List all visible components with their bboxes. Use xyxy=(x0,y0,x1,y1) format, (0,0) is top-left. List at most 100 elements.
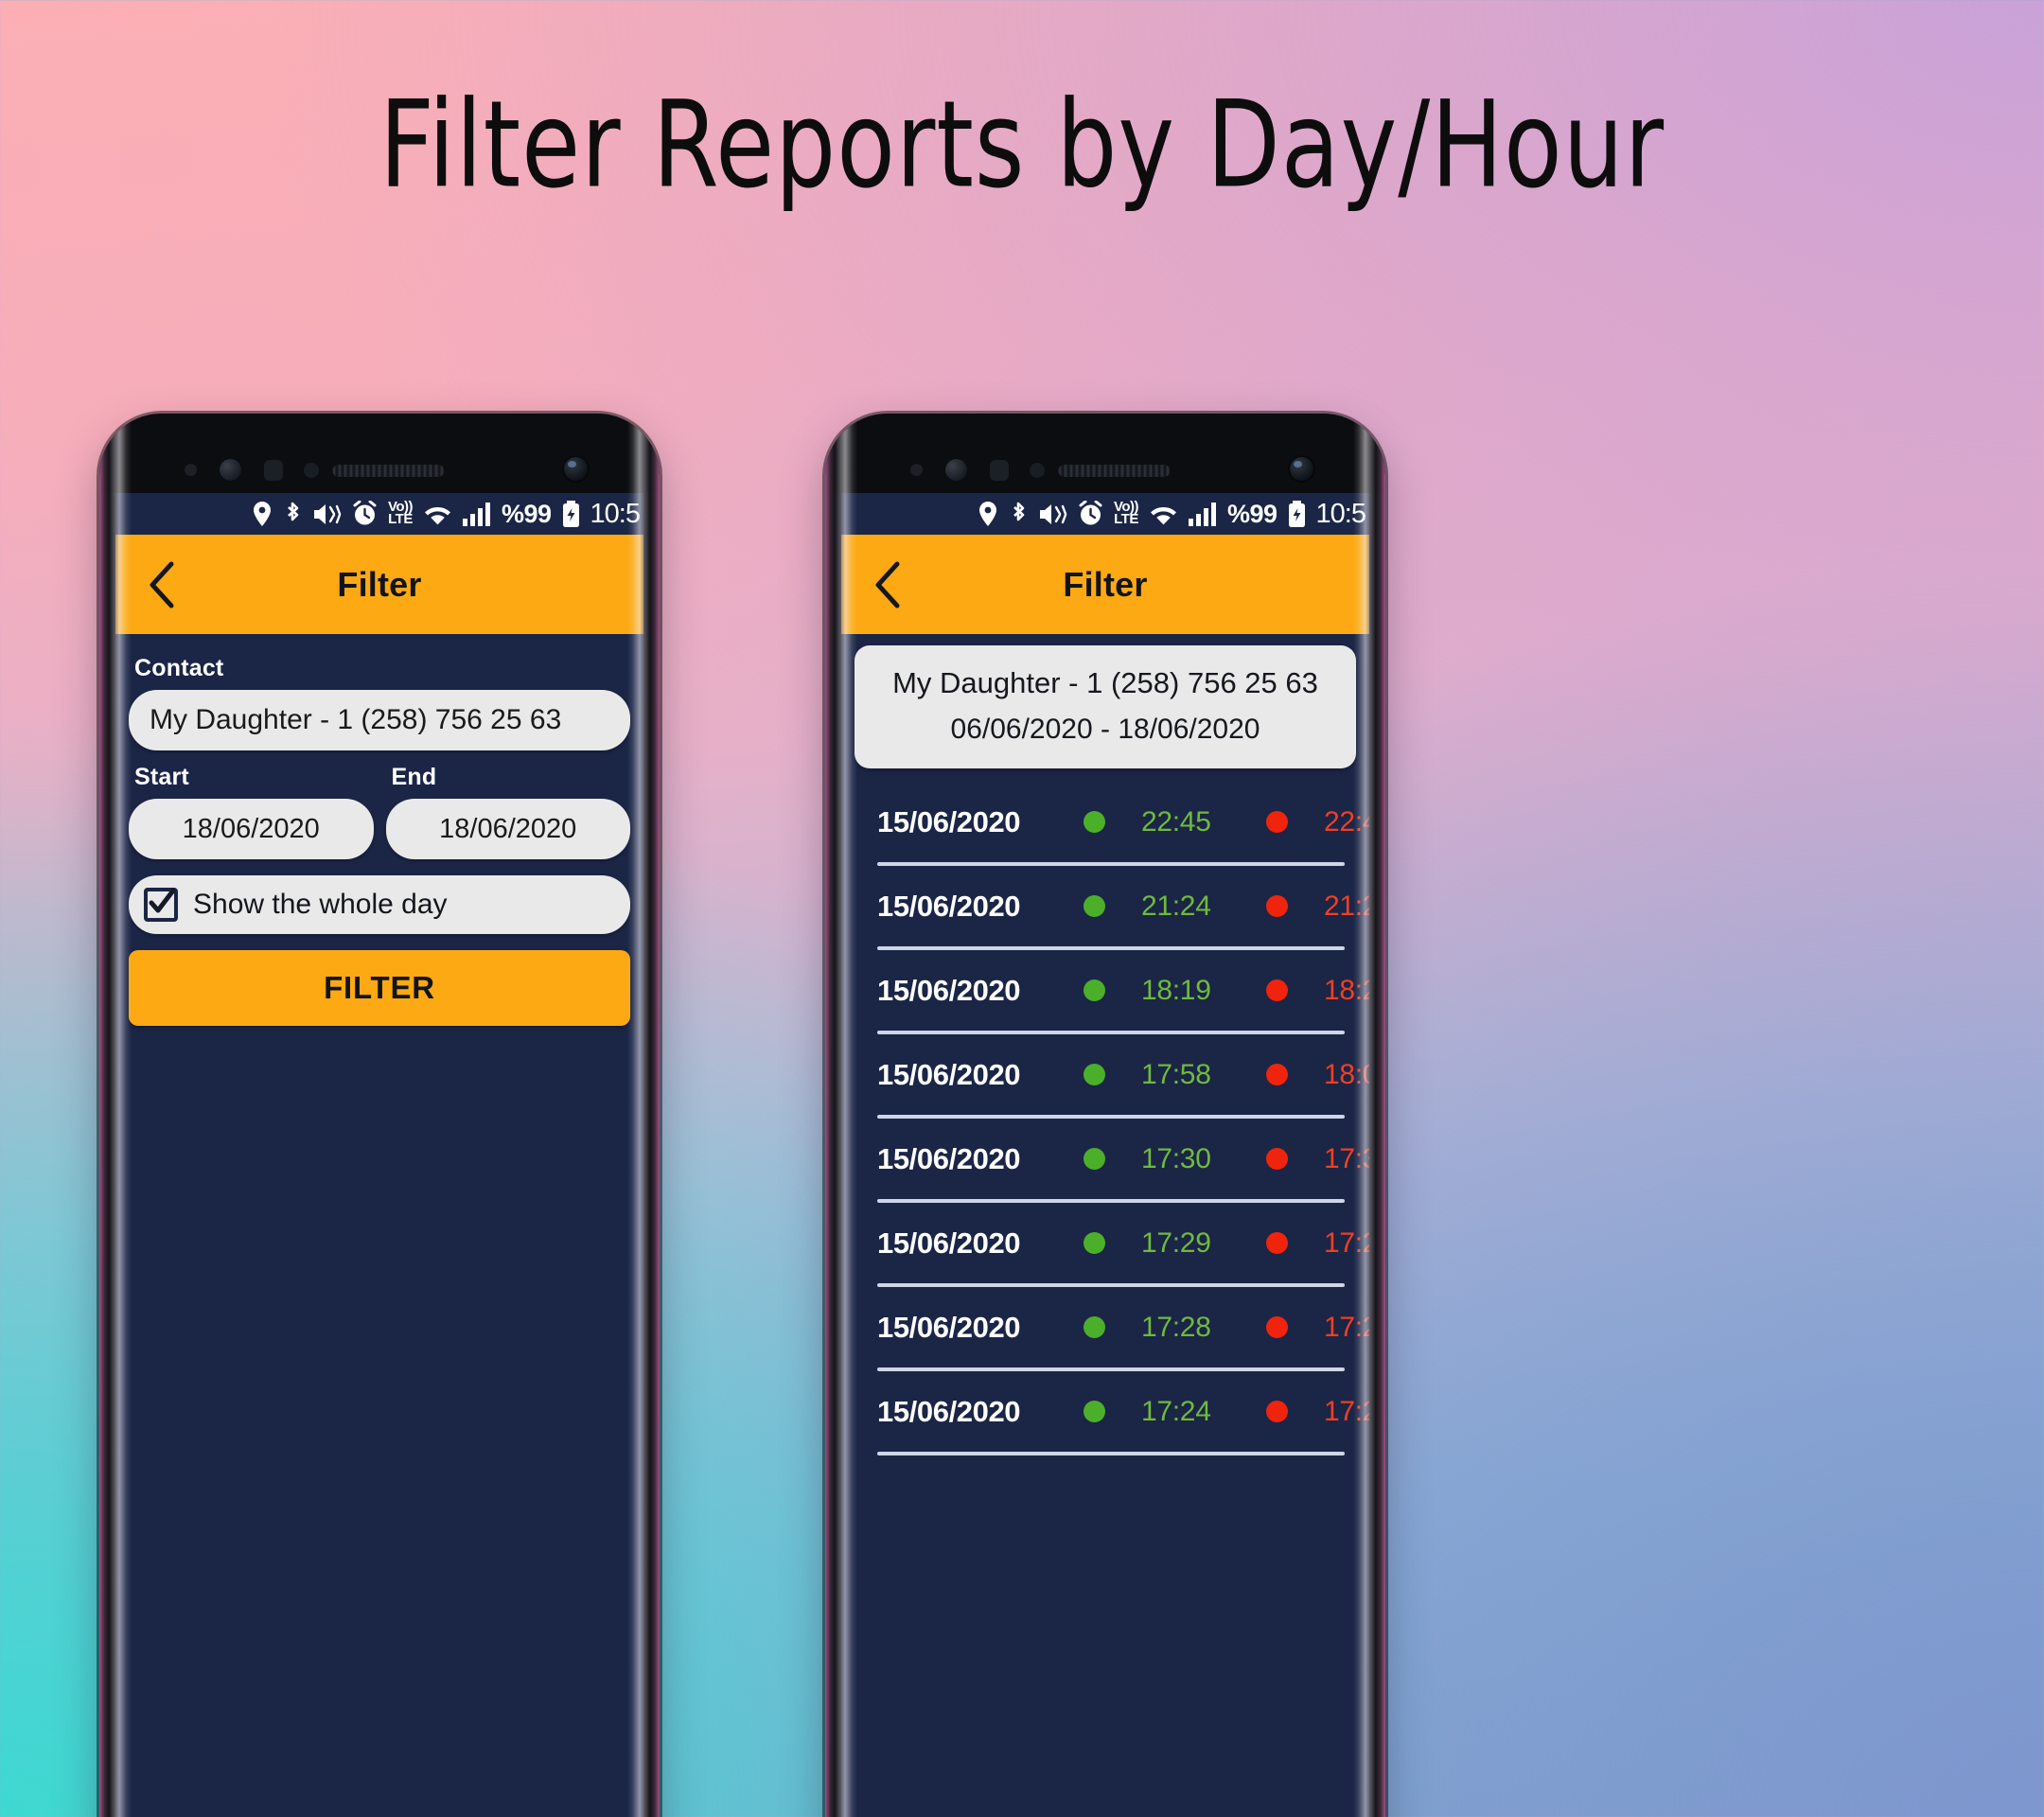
end-time: 17:28 xyxy=(1324,1311,1369,1343)
call-end-dot-icon xyxy=(1266,1232,1288,1254)
end-time: 17:30 xyxy=(1324,1142,1369,1174)
summary-date-range: 06/06/2020 - 18/06/2020 xyxy=(950,714,1260,745)
mute-icon xyxy=(313,503,342,524)
signal-icon xyxy=(1189,503,1216,526)
table-row[interactable]: 15/06/2020 21:24 21:24 xyxy=(841,866,1369,946)
start-time: 17:29 xyxy=(1141,1226,1211,1259)
report-date: 15/06/2020 xyxy=(877,1141,1021,1175)
wifi-icon xyxy=(425,507,450,525)
table-row[interactable]: 15/06/2020 17:29 17:29 xyxy=(841,1203,1369,1283)
filter-summary-card[interactable]: My Daughter - 1 (258) 756 25 63 06/06/20… xyxy=(855,645,1356,768)
report-date: 15/06/2020 xyxy=(877,973,1021,1007)
chevron-left-icon xyxy=(150,561,174,608)
end-label: End xyxy=(391,764,437,790)
iris-scanner-icon xyxy=(943,457,969,483)
end-time: 22:45 xyxy=(1324,805,1369,838)
whole-day-checkbox[interactable] xyxy=(144,888,178,922)
filter-form: Contact My Daughter - 1 (258) 756 25 63 … xyxy=(115,634,643,1026)
checkmark-icon xyxy=(149,888,176,913)
report-date: 15/06/2020 xyxy=(877,1310,1021,1344)
report-date: 15/06/2020 xyxy=(877,804,1021,838)
table-row[interactable]: 15/06/2020 17:28 17:28 xyxy=(841,1287,1369,1367)
start-time: 17:28 xyxy=(1141,1311,1211,1343)
contact-label: Contact xyxy=(134,655,224,681)
call-end-dot-icon xyxy=(1266,1064,1288,1085)
signal-icon xyxy=(463,503,490,526)
table-row[interactable]: 15/06/2020 22:45 22:45 xyxy=(841,782,1369,862)
call-start-dot-icon xyxy=(1084,1316,1105,1338)
volte-icon: Vo)) LTE xyxy=(387,499,414,527)
light-sensor-icon xyxy=(264,459,283,481)
phone-right: Vo)) LTE %99 10:5 Filter My Daughter - 1 … xyxy=(825,414,1385,1817)
whole-day-checkbox-row[interactable]: Show the whole day xyxy=(129,875,630,934)
report-date: 15/06/2020 xyxy=(877,1394,1021,1428)
front-camera-icon xyxy=(562,455,590,483)
report-date: 15/06/2020 xyxy=(877,889,1021,923)
start-time: 18:19 xyxy=(1141,974,1211,1006)
right-page-title: Filter xyxy=(1063,564,1148,604)
end-date-input[interactable]: 18/06/2020 xyxy=(385,799,630,859)
call-start-dot-icon xyxy=(1084,1232,1105,1254)
front-camera-icon xyxy=(1288,455,1315,483)
sensor-array-right xyxy=(910,457,1045,483)
left-screen: Vo)) LTE %99 10:5 Filter Contact My Daugh… xyxy=(115,493,643,1817)
report-date: 15/06/2020 xyxy=(877,1226,1021,1260)
start-time: 22:45 xyxy=(1141,805,1211,838)
table-row[interactable]: 15/06/2020 17:58 18:00 xyxy=(841,1034,1369,1115)
call-end-dot-icon xyxy=(1266,979,1288,1001)
battery-icon xyxy=(562,500,579,527)
table-row[interactable]: 15/06/2020 17:30 17:30 xyxy=(841,1119,1369,1199)
start-time: 17:24 xyxy=(1141,1395,1211,1427)
left-page-title: Filter xyxy=(337,564,422,604)
filter-button[interactable]: FILTER xyxy=(129,950,630,1026)
start-time: 17:58 xyxy=(1141,1058,1211,1090)
start-date-value: 18/06/2020 xyxy=(182,813,320,844)
battery-percent-label: %99 xyxy=(502,499,552,528)
led-indicator-icon xyxy=(304,462,319,478)
row-divider xyxy=(877,1452,1345,1455)
right-status-bar: Vo)) LTE %99 10:5 xyxy=(841,493,1369,535)
page-title: Filter Reports by Day/Hour xyxy=(379,74,1665,215)
earpiece-speaker-icon xyxy=(1058,465,1171,477)
proximity-sensor-icon xyxy=(185,464,197,476)
end-time: 17:25 xyxy=(1324,1395,1369,1427)
location-icon xyxy=(978,502,996,526)
contact-input[interactable]: My Daughter - 1 (258) 756 25 63 xyxy=(129,690,630,750)
call-start-dot-icon xyxy=(1084,895,1105,917)
end-time: 18:20 xyxy=(1324,974,1369,1006)
bluetooth-icon xyxy=(288,502,299,520)
back-button[interactable] xyxy=(862,559,913,610)
alarm-icon xyxy=(1079,501,1102,525)
bluetooth-icon xyxy=(1013,502,1025,520)
earpiece-speaker-icon xyxy=(332,465,445,477)
chevron-left-icon xyxy=(875,561,900,608)
call-start-dot-icon xyxy=(1084,1148,1105,1170)
status-time: 10:5 xyxy=(590,498,641,529)
call-start-dot-icon xyxy=(1084,979,1105,1001)
battery-icon xyxy=(1288,500,1305,527)
call-end-dot-icon xyxy=(1266,1401,1288,1422)
call-end-dot-icon xyxy=(1266,811,1288,833)
status-time: 10:5 xyxy=(1315,498,1366,529)
table-row[interactable]: 15/06/2020 17:24 17:25 xyxy=(841,1371,1369,1452)
report-list: 15/06/2020 22:45 22:45 15/06/2020 21:24 21:24… xyxy=(841,782,1369,1455)
location-icon xyxy=(253,502,271,526)
mute-icon xyxy=(1039,503,1067,524)
battery-percent-label: %99 xyxy=(1227,499,1278,528)
end-time: 21:24 xyxy=(1324,890,1369,922)
end-time: 18:00 xyxy=(1324,1058,1369,1090)
end-time: 17:29 xyxy=(1324,1226,1369,1259)
report-date: 15/06/2020 xyxy=(877,1057,1021,1091)
start-date-input[interactable]: 18/06/2020 xyxy=(129,799,374,859)
call-start-dot-icon xyxy=(1084,811,1105,833)
right-app-bar: Filter xyxy=(841,535,1369,634)
summary-contact: My Daughter - 1 (258) 756 25 63 xyxy=(892,666,1318,699)
call-end-dot-icon xyxy=(1266,1148,1288,1170)
start-label: Start xyxy=(134,764,189,790)
led-indicator-icon xyxy=(1030,462,1045,478)
back-button[interactable] xyxy=(136,559,187,610)
call-start-dot-icon xyxy=(1084,1401,1105,1422)
sensor-array xyxy=(185,457,319,483)
right-screen: Vo)) LTE %99 10:5 Filter My Daughter - 1 … xyxy=(841,493,1369,1817)
table-row[interactable]: 15/06/2020 18:19 18:20 xyxy=(841,950,1369,1031)
